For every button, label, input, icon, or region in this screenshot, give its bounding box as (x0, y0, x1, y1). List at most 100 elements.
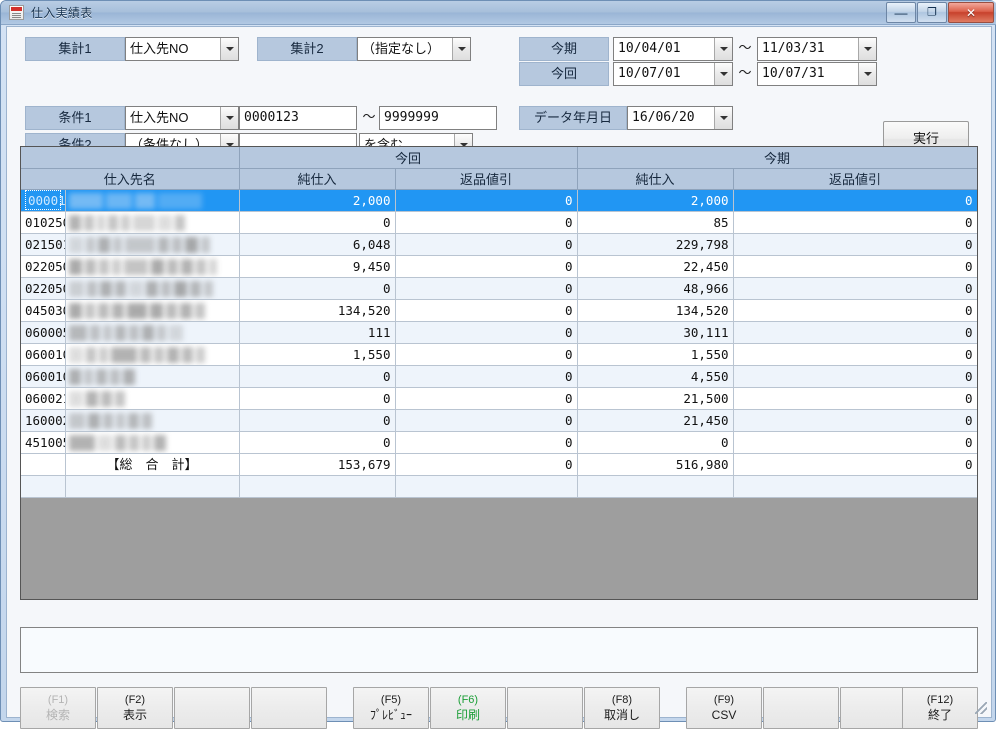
chevron-down-icon[interactable] (858, 38, 876, 60)
cell-konki-jun[interactable]: 30,111 (577, 321, 734, 344)
chevron-down-icon[interactable] (714, 38, 732, 60)
cell-konkai-jun[interactable]: 0 (239, 211, 396, 234)
joken1-from-input[interactable]: 0000123 (239, 106, 357, 130)
cell-konki-hen[interactable]: 0 (733, 255, 977, 278)
function-button-f5[interactable]: (F5) ﾌﾟﾚﾋﾞｭｰ (353, 687, 429, 729)
cell-konkai-hen[interactable]: 0 (395, 299, 578, 322)
cell-konkai-hen[interactable]: 0 (395, 211, 578, 234)
cell-supplier-name[interactable] (65, 343, 240, 366)
cell-konkai-jun[interactable]: 1,550 (239, 343, 396, 366)
cell-konkai-hen[interactable]: 0 (395, 321, 578, 344)
cell-supplier-name[interactable] (65, 431, 240, 454)
cell-konki-jun[interactable]: 1,550 (577, 343, 734, 366)
cell-konki-hen[interactable]: 0 (733, 277, 977, 300)
table-row[interactable]: 0600105004,5500 (21, 365, 977, 388)
column-header-konki-jun[interactable]: 純仕入 (577, 168, 734, 190)
table-row[interactable]: 02205039,450022,4500 (21, 255, 977, 278)
cell-supplier-name[interactable] (65, 233, 240, 256)
cell-konki-hen[interactable]: 0 (733, 321, 977, 344)
cell-konki-jun[interactable]: 0 (577, 431, 734, 454)
data-date-select[interactable]: 16/06/20 (627, 106, 733, 130)
column-header-konkai-hen[interactable]: 返品値引 (395, 168, 578, 190)
cell-supplier-name[interactable] (65, 409, 240, 432)
cell-konki-jun[interactable]: 21,500 (577, 387, 734, 410)
cell-konki-jun[interactable]: 85 (577, 211, 734, 234)
cell-supplier-code[interactable]: 0450304 (21, 299, 66, 322)
cell-konki-hen[interactable]: 0 (733, 211, 977, 234)
konki-from-select[interactable]: 10/04/01 (613, 37, 733, 61)
table-row[interactable]: 0600051111030,1110 (21, 321, 977, 344)
cell-konkai-jun[interactable]: 6,048 (239, 233, 396, 256)
table-row[interactable]: 45100510000 (21, 431, 977, 454)
konki-to-select[interactable]: 11/03/31 (757, 37, 877, 61)
cell-supplier-name[interactable] (65, 255, 240, 278)
cell-konki-hen[interactable]: 0 (733, 343, 977, 366)
cell-konkai-jun[interactable]: 0 (239, 277, 396, 300)
cell-konki-hen[interactable]: 0 (733, 387, 977, 410)
cell-konki-jun[interactable]: 22,450 (577, 255, 734, 278)
cell-konkai-hen[interactable]: 0 (395, 365, 578, 388)
cell-konki-hen[interactable]: 0 (733, 233, 977, 256)
cell-konki-hen[interactable]: 0 (733, 431, 977, 454)
cell-konkai-jun[interactable]: 134,520 (239, 299, 396, 322)
cell-supplier-code[interactable]: 0600051 (21, 321, 66, 344)
cell-konkai-hen[interactable]: 0 (395, 431, 578, 454)
cell-supplier-code[interactable]: 0600105 (21, 365, 66, 388)
function-button-f2[interactable]: (F2) 表示 (97, 687, 173, 729)
cell-konki-hen[interactable]: 0 (733, 365, 977, 388)
cell-konki-hen[interactable]: 0 (733, 189, 977, 212)
table-row[interactable]: 16000250021,4500 (21, 409, 977, 432)
cell-konki-jun[interactable]: 2,000 (577, 189, 734, 212)
cell-konkai-hen[interactable]: 0 (395, 387, 578, 410)
shukei1-select[interactable]: 仕入先NO (125, 37, 239, 61)
function-button-f1[interactable]: (F1) 検索 (20, 687, 96, 729)
table-row[interactable]: 06001011,55001,5500 (21, 343, 977, 366)
cell-konkai-jun[interactable]: 0 (239, 365, 396, 388)
cell-supplier-code[interactable]: 0220504 (21, 277, 66, 300)
function-button-f6[interactable]: (F6) 印刷 (430, 687, 506, 729)
cell-konki-hen[interactable]: 0 (733, 409, 977, 432)
results-grid[interactable]: 今回 今期 仕入先名 純仕入 返品値引 純仕入 返品値引 0000123 2,00… (20, 146, 978, 600)
cell-konki-hen[interactable]: 0 (733, 299, 977, 322)
cell-supplier-name[interactable] (65, 189, 240, 212)
chevron-down-icon[interactable] (714, 107, 732, 129)
shukei2-select[interactable]: （指定なし） (357, 37, 471, 61)
cell-konkai-hen[interactable]: 0 (395, 233, 578, 256)
cell-konkai-jun[interactable]: 2,000 (239, 189, 396, 212)
cell-konki-jun[interactable]: 21,450 (577, 409, 734, 432)
function-button-f9[interactable]: (F9) CSV (686, 687, 762, 729)
cell-konkai-jun[interactable]: 0 (239, 431, 396, 454)
cell-supplier-code[interactable]: 0102501 (21, 211, 66, 234)
maximize-button[interactable]: ❐ (917, 2, 947, 23)
table-row[interactable]: 06002100021,5000 (21, 387, 977, 410)
cell-konki-jun[interactable]: 4,550 (577, 365, 734, 388)
chevron-down-icon[interactable] (714, 63, 732, 85)
resize-grip-icon[interactable] (975, 702, 987, 714)
cell-konkai-hen[interactable]: 0 (395, 189, 578, 212)
column-header-konkai-jun[interactable]: 純仕入 (239, 168, 396, 190)
cell-supplier-code[interactable]: 0600210 (21, 387, 66, 410)
chevron-down-icon[interactable] (452, 38, 470, 60)
table-row[interactable]: 0450304134,5200134,5200 (21, 299, 977, 322)
minimize-button[interactable]: — (886, 2, 916, 23)
close-button[interactable]: ✕ (948, 2, 994, 23)
chevron-down-icon[interactable] (220, 38, 238, 60)
cell-konkai-jun[interactable]: 0 (239, 409, 396, 432)
cell-konkai-jun[interactable]: 0 (239, 387, 396, 410)
cell-supplier-code[interactable]: 0215010 (21, 233, 66, 256)
cell-supplier-code[interactable]: 0220503 (21, 255, 66, 278)
table-row[interactable]: 010250100850 (21, 211, 977, 234)
joken1-type-select[interactable]: 仕入先NO (125, 106, 239, 130)
cell-supplier-name[interactable] (65, 321, 240, 344)
column-header-supplier-name[interactable]: 仕入先名 (21, 168, 240, 190)
cell-supplier-code[interactable]: 1600025 (21, 409, 66, 432)
cell-konki-jun[interactable]: 134,520 (577, 299, 734, 322)
column-header-konki-hen[interactable]: 返品値引 (733, 168, 977, 190)
cell-konkai-jun[interactable]: 111 (239, 321, 396, 344)
function-button-f8[interactable]: (F8) 取消し (584, 687, 660, 729)
cell-konki-jun[interactable]: 48,966 (577, 277, 734, 300)
cell-konkai-hen[interactable]: 0 (395, 255, 578, 278)
table-row[interactable]: 02205040048,9660 (21, 277, 977, 300)
cell-supplier-code[interactable]: 0000123 (21, 189, 66, 212)
cell-supplier-code[interactable]: 4510051 (21, 431, 66, 454)
